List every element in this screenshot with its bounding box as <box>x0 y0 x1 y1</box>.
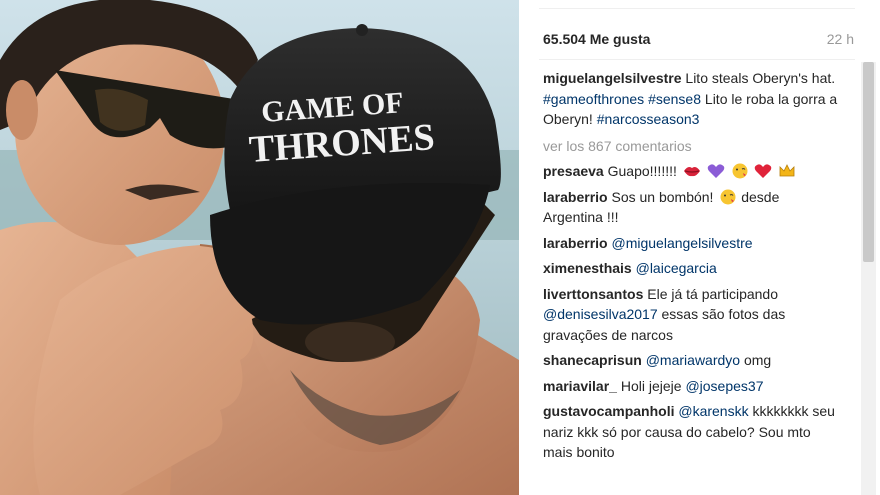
likes-count[interactable]: 65.504 Me gusta <box>543 31 650 47</box>
comments-scrollbar-thumb[interactable] <box>863 62 874 262</box>
post-age[interactable]: 22 h <box>827 31 854 47</box>
post-sidebar: 65.504 Me gusta 22 h miguelangelsilvestr… <box>519 0 880 495</box>
mention-link[interactable]: @miguelangelsilvestre <box>611 235 752 251</box>
mention-link[interactable]: @mariawardyo <box>646 352 740 368</box>
left-man-ear <box>6 80 38 140</box>
comment-text: Sos un bombón! <box>611 188 714 205</box>
comment-item: shanecaprisun @mariawardyo omg <box>543 350 841 371</box>
mention-link[interactable]: @karenskk <box>678 403 748 419</box>
comment-username[interactable]: gustavocampanholi <box>543 403 674 419</box>
photo-illustration: GAME OF THRONES <box>0 0 519 495</box>
purple-heart-icon <box>707 164 724 178</box>
comment-username[interactable]: laraberrio <box>543 235 608 251</box>
kiss-face-icon <box>732 163 748 179</box>
comment-item: liverttonsantos Ele já tá participando @… <box>543 284 841 346</box>
comment-username[interactable]: laraberrio <box>543 189 608 205</box>
comment-item: presaeva Guapo!!!!!!! <box>543 161 841 182</box>
caption-text: Lito steals Oberyn's hat. <box>685 70 836 86</box>
comment-item: mariavilar_ Holi jejeje @josepes37 <box>543 376 841 397</box>
mention-link[interactable]: @denisesilva2017 <box>543 306 658 322</box>
hashtag-link[interactable]: #gameofthrones <box>543 91 644 107</box>
comment-item: laraberrio @miguelangelsilvestre <box>543 233 841 254</box>
divider <box>539 59 855 60</box>
comment-username[interactable]: shanecaprisun <box>543 352 642 368</box>
view-all-comments-link[interactable]: ver los 867 comentarios <box>543 136 841 157</box>
comment-username[interactable]: presaeva <box>543 163 604 179</box>
crown-icon <box>779 164 795 177</box>
hashtag-link[interactable]: #sense8 <box>648 91 701 107</box>
red-heart-icon <box>755 164 772 178</box>
comment-username[interactable]: ximenesthais <box>543 260 632 276</box>
likes-row: 65.504 Me gusta 22 h <box>543 30 854 48</box>
comment-text: Ele já tá participando <box>647 285 779 302</box>
mention-link[interactable]: @josepes37 <box>685 378 763 394</box>
comment-text: omg <box>743 352 772 368</box>
comment-item: gustavocampanholi @karenskk kkkkkkkk seu… <box>543 401 841 463</box>
hashtag-link[interactable]: #narcosseason3 <box>597 111 700 127</box>
divider <box>539 8 855 9</box>
comment-item: laraberrio Sos un bombón! desde Argentin… <box>543 187 841 228</box>
lips-icon <box>683 167 700 177</box>
comment-username[interactable]: mariavilar_ <box>543 378 617 394</box>
post-caption: miguelangelsilvestre Lito steals Oberyn'… <box>543 68 841 130</box>
caption-username[interactable]: miguelangelsilvestre <box>543 70 682 86</box>
comment-username[interactable]: liverttonsantos <box>543 286 643 302</box>
comment-item: ximenesthais @laicegarcia <box>543 258 841 279</box>
comment-text: Holi jejeje <box>620 377 682 394</box>
post-photo[interactable]: GAME OF THRONES <box>0 0 519 495</box>
comment-text: Guapo!!!!!!! <box>607 163 677 179</box>
mention-link[interactable]: @laicegarcia <box>636 260 717 276</box>
kiss-face-icon <box>720 189 736 204</box>
comments-list: miguelangelsilvestre Lito steals Oberyn'… <box>543 68 841 468</box>
